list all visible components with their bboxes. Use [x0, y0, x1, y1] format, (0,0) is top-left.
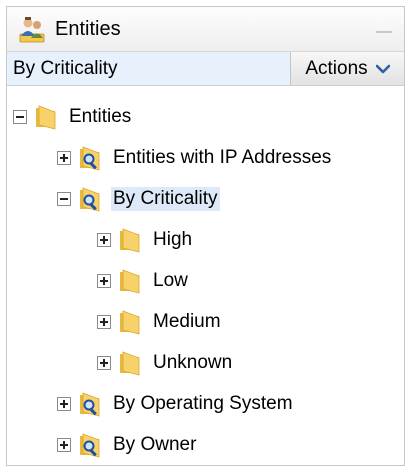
folder-icon — [33, 103, 61, 131]
user-group-icon — [17, 14, 47, 44]
tree-node-label: By Operating System — [113, 392, 293, 414]
expand-toggle[interactable] — [57, 437, 71, 452]
tree-node-by-owner[interactable]: By Owner — [7, 424, 404, 465]
tree-node-low[interactable]: Low — [7, 260, 404, 301]
actions-button[interactable]: Actions — [291, 52, 404, 85]
tree-node-label: High — [153, 228, 193, 250]
folder-search-icon — [77, 390, 105, 418]
tree-node-unknown[interactable]: Unknown — [7, 342, 404, 383]
tree-node-label: Entities with IP Addresses — [113, 146, 332, 168]
tree-node-entities[interactable]: Entities — [7, 96, 404, 137]
tree-node-high[interactable]: High — [7, 219, 404, 260]
expand-toggle[interactable] — [97, 314, 111, 329]
entities-tree: Entities Entities with IP Addresses By C… — [7, 86, 404, 465]
criticality-field[interactable]: By Criticality — [7, 52, 291, 85]
collapse-toggle[interactable] — [13, 109, 27, 124]
tree-node-entities-with-ip[interactable]: Entities with IP Addresses — [7, 137, 404, 178]
entities-panel: Entities By Criticality Actions Entities — [6, 6, 405, 466]
panel-header: Entities — [7, 7, 404, 52]
tree-node-medium[interactable]: Medium — [7, 301, 404, 342]
expand-toggle[interactable] — [97, 355, 111, 370]
folder-search-icon — [77, 185, 105, 213]
tree-node-label: By Owner — [113, 433, 197, 455]
actions-label: Actions — [305, 57, 368, 79]
tree-node-by-criticality[interactable]: By Criticality — [7, 178, 404, 219]
panel-title: Entities — [55, 17, 121, 40]
folder-icon — [117, 226, 145, 254]
folder-icon — [117, 267, 145, 295]
tree-node-label: Medium — [153, 310, 221, 332]
expand-toggle[interactable] — [57, 396, 71, 411]
folder-icon — [117, 308, 145, 336]
minimize-button[interactable] — [376, 31, 392, 33]
expand-toggle[interactable] — [97, 232, 111, 247]
folder-icon — [117, 349, 145, 377]
tree-node-by-operating-system[interactable]: By Operating System — [7, 383, 404, 424]
folder-search-icon — [77, 431, 105, 459]
folder-search-icon — [77, 144, 105, 172]
expand-toggle[interactable] — [97, 273, 111, 288]
tree-node-label: Low — [153, 269, 188, 291]
toolbar: By Criticality Actions — [7, 52, 404, 86]
collapse-toggle[interactable] — [57, 191, 71, 206]
chevron-down-icon — [375, 64, 390, 74]
tree-node-label: Unknown — [153, 351, 233, 373]
tree-node-label: Entities — [69, 105, 132, 127]
expand-toggle[interactable] — [57, 150, 71, 165]
tree-node-label: By Criticality — [111, 186, 220, 211]
